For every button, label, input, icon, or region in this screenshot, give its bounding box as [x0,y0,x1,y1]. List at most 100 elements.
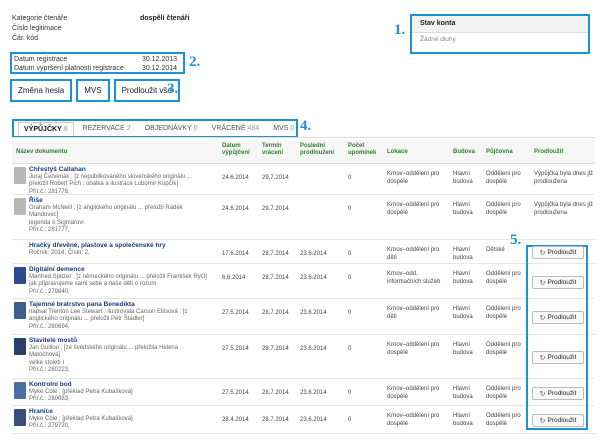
renew-button[interactable]: ↻ Prodloužit [532,387,584,400]
due-date: 28.7.2014 [262,417,289,423]
document-title-link[interactable]: Řiše [29,197,219,205]
callout-3: 3. [167,81,179,97]
mvs-button[interactable]: MVS [76,79,110,102]
document-cell: Chřestýš Callahan Juraj Červenák ; [z ne… [29,166,219,196]
document-line: legenda o Sigmarovi [29,219,84,226]
document-cell: Řiše Graham McNeill ; [z anglického orig… [29,197,219,235]
refresh-icon: ↻ [539,354,546,362]
table-row: Hranice Myke Cole ; [překlad Petra Kubaš… [12,406,595,434]
table-row: Tajemné bratrstvo pana Benedikta napsal … [12,299,595,335]
building-cell: Hlavní budova [453,202,473,216]
document-line: Myke Cole ; [překlad Petra Kubašková] [29,415,133,422]
renew-button[interactable]: ↻ Prodloužit [532,311,584,324]
reminder-count: 0 [348,346,352,352]
document-title-link[interactable]: Kontrolní bod [29,381,219,389]
col-reminders[interactable]: Počet upomínek [348,143,376,157]
refresh-icon: ↻ [539,390,546,398]
reminder-count: 0 [348,390,352,396]
renew-button[interactable]: ↻ Prodloužit [532,276,584,289]
reminder-count: 0 [348,251,352,257]
loan-date: 27.5.2014 [222,346,249,352]
renew-button[interactable]: ↻ Prodloužit [532,246,584,259]
callout-4: 4. [300,118,312,134]
tab-bar: VÝPŮJČKY 8 REZERVACE 2 OBJEDNÁVKY 0 VRÁCENÉ… [12,119,298,138]
document-title-link[interactable]: Chřestýš Callahan [29,166,219,174]
branch-cell: Oddělení pro dospělé [486,413,521,427]
col-last-renewal[interactable]: Poslední prodloužení [300,143,334,157]
document-title-link[interactable]: Stavitelé mostů [29,337,219,345]
due-date: 28.7.2014 [262,310,289,316]
building-cell: Hlavní budova [453,306,473,320]
document-title-link[interactable]: Hračky dřevěné, plastové a společenské h… [29,242,219,250]
col-building[interactable]: Budova [453,149,475,156]
document-line: velké století I [29,359,65,366]
col-location[interactable]: Lokace [387,149,408,156]
table-row: Hračky dřevěné, plastové a společenské h… [12,240,595,264]
document-line: Přír.č.: 279840, [29,288,70,295]
document-title-link[interactable]: Tajemné bratrstvo pana Benedikta [29,301,219,309]
location-cell: Krnov–oddělení pro děti [387,247,440,261]
reminder-count: 0 [348,175,352,181]
book-cover-icon [14,409,26,426]
due-date: 29.7.2014 [262,175,289,181]
loan-date: 24.6.2014 [222,175,249,181]
document-line: Přír.č.: 280083, [29,396,70,402]
tab-orders[interactable]: OBJEDNÁVKY 0 [140,122,203,136]
last-renewal-date: 23.6.2014 [300,310,327,316]
document-line: Myke Cole ; [překlad Petra Kubašková] [29,388,133,395]
reminder-count: 0 [348,310,352,316]
last-renewal-date: 23.6.2014 [300,346,327,352]
last-renewal-date: 23.6.2014 [300,390,327,396]
registration-dates: Datum registrace 30.12.2013 Datum vyprše… [10,52,185,74]
account-status-title: Stav konta [412,16,588,33]
col-renew[interactable]: Prodloužit [534,149,563,156]
account-status-value: Žádné dluhy [420,36,456,43]
loan-date: 6.6.2014 [222,275,246,281]
callout-2: 2. [189,54,201,70]
document-title-link[interactable]: Hranice [29,408,219,416]
callout-1: 1. [394,22,406,38]
branch-cell: Oddělení pro dospělé [486,271,521,285]
document-line: Přír.č.: 280694, [29,323,70,330]
tab-returned[interactable]: VRÁCENÉ 484 [207,122,265,136]
document-line: Matochová] [29,352,61,358]
branch-cell: Oddělení pro dospělé [486,386,521,400]
table-row: Chřestýš Callahan Juraj Červenák ; [z ne… [12,164,595,195]
branch-cell: Dětské [486,247,505,253]
due-date: 28.7.2014 [262,346,289,352]
book-cover-icon [14,302,26,319]
document-line: jak připravujeme sami sebe a naše děti o… [29,281,157,287]
tab-mvs[interactable]: MVS 0 [268,122,299,136]
document-cell: Stavitelé mostů Jan Guillou ; [ze švédsk… [29,337,219,375]
col-branch[interactable]: Půjčovna [486,149,513,156]
table-row: Řiše Graham McNeill ; [z anglického orig… [12,195,595,240]
document-line: Jan Guillou ; [ze švédského originálu ..… [29,344,179,351]
refresh-icon: ↻ [539,249,546,257]
last-renewal-date: 23.6.2014 [300,275,327,281]
reader-info: Kategorie čtenáře dospělí čtenáři Číslo … [12,14,192,44]
table-row: Kontrolní bod Myke Cole ; [překlad Petra… [12,379,595,406]
refresh-icon: ↻ [539,417,546,425]
loan-date: 27.5.2014 [222,390,249,396]
book-cover-icon [14,267,26,284]
document-title-link[interactable]: Digitální demence [29,266,219,274]
renew-button[interactable]: ↻ Prodloužit [532,414,584,427]
loan-date: 28.4.2014 [222,417,249,423]
change-password-button[interactable]: Změna hesla [10,79,73,102]
last-renewal-date: 23.6.2014 [300,251,327,257]
renew-button[interactable]: ↻ Prodloužit [532,351,584,364]
account-status-panel: Stav konta Žádné dluhy [410,14,590,54]
tab-reservations[interactable]: REZERVACE 2 [78,122,136,136]
building-cell: Hlavní budova [453,413,473,427]
col-loan-date[interactable]: Datum výpůjčení [222,143,250,157]
tab-loans[interactable]: VÝPŮJČKY 8 [18,121,74,136]
col-due-date[interactable]: Termín vrácení [262,143,283,157]
due-date: 28.7.2014 [262,275,289,281]
reminder-count: 0 [348,206,352,212]
col-document[interactable]: Název dokumentu [16,149,67,156]
location-cell: Krnov–odd. informačních služeb [387,271,441,285]
building-cell: Hlavní budova [453,271,473,285]
renewal-note: Výpůjčka byla dnes již prodloužena [534,171,594,185]
loan-date: 27.5.2014 [222,310,249,316]
document-line: Manfred Spitzer ; [z německého originálu… [29,273,207,280]
